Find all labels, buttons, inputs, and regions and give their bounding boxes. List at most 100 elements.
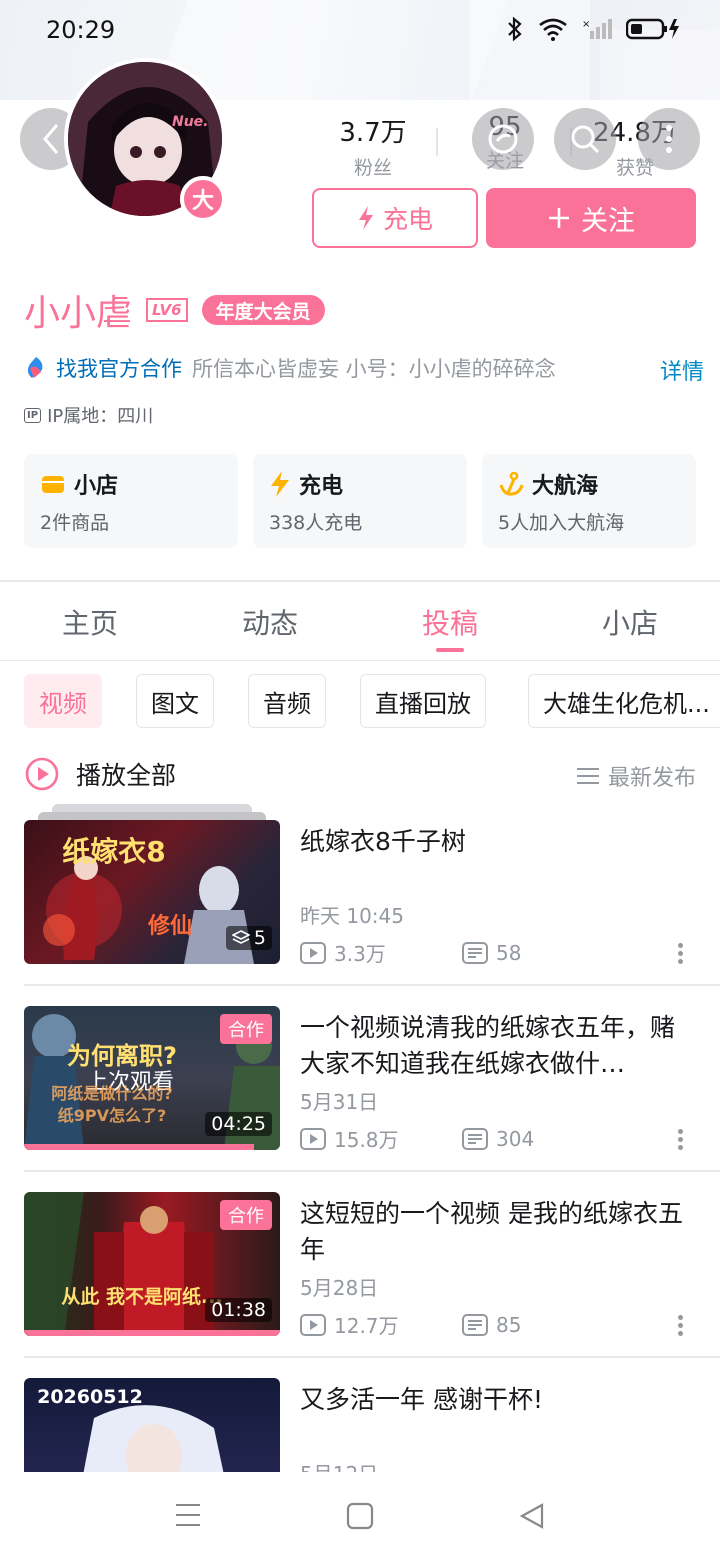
danmaku-icon: [462, 1313, 488, 1336]
video-title[interactable]: 纸嫁衣8千子树: [300, 824, 696, 860]
video-stats: 12.7万 85: [300, 1310, 521, 1339]
active-tab-indicator: [436, 648, 464, 652]
share-button[interactable]: [472, 108, 534, 170]
card-title: 充电: [299, 474, 344, 499]
video-title[interactable]: 这短短的一个视频 是我的纸嫁衣五年: [300, 1196, 696, 1268]
menu-icon[interactable]: [174, 1502, 202, 1528]
user-name: 小小虐: [24, 293, 133, 334]
search-icon: [571, 125, 600, 154]
avatar-badge: 大: [180, 176, 226, 222]
watch-progress-bar: [24, 1330, 280, 1336]
ip-location-text: IP属地：四川: [47, 406, 154, 427]
official-cooperation-link[interactable]: 找我官方合作: [56, 353, 182, 383]
official-cooperation-icon: [27, 357, 43, 378]
shop-icon: [42, 476, 64, 493]
video-stats: 15.8万 304: [300, 1124, 534, 1153]
video-thumbnail[interactable]: 合作 从此 我不是阿纸... 01:38: [24, 1192, 280, 1336]
card-charge[interactable]: 充电 338人充电: [253, 454, 467, 548]
charge-button[interactable]: 充电: [312, 188, 478, 248]
anchor-icon: [499, 471, 524, 496]
chevron-left-icon: [43, 124, 59, 154]
card-subtitle: 338人充电: [269, 512, 363, 534]
follow-button[interactable]: 关注: [486, 188, 696, 248]
video-more-button[interactable]: [678, 1312, 686, 1339]
danmaku-icon: [462, 941, 488, 964]
video-item[interactable]: 合作 从此 我不是阿纸... 01:38 这短短的一个视频 是我的纸嫁衣五年 5…: [24, 1192, 696, 1352]
user-signature: 所信本心皆虚妄 小号：小小虐的碎碎念: [192, 357, 556, 381]
card-title: 小店: [74, 474, 119, 499]
svg-text:×: ×: [582, 19, 590, 30]
share-icon: [488, 124, 518, 154]
chip-image-text[interactable]: 图文: [136, 674, 214, 728]
cooperation-tag: 合作: [220, 1200, 272, 1230]
detail-link[interactable]: 详情: [660, 354, 704, 386]
video-thumbnail[interactable]: 20260512: [24, 1378, 280, 1472]
item-divider: [24, 984, 720, 986]
play-count-icon: [300, 1313, 326, 1336]
user-name-row: 小小虐 LV6 年度大会员: [24, 284, 325, 336]
chip-video[interactable]: 视频: [24, 674, 102, 728]
stat-fans[interactable]: 3.7万 粉丝: [308, 112, 438, 180]
play-all-button[interactable]: 播放全部: [76, 756, 176, 792]
video-date: 5月31日: [300, 1090, 379, 1114]
video-item[interactable]: 纸嫁衣8 修仙 5 纸嫁衣8千子树 昨天 10:45 3.3万 58: [24, 804, 696, 980]
play-all-row: 播放全部 最新发布: [24, 752, 696, 796]
svg-text:Nue.: Nue.: [172, 114, 209, 130]
list-icon: [576, 768, 599, 784]
video-thumbnail[interactable]: 合作 为何离职? 上次观看 阿纸是做什么的? 纸9PV怎么了? 04:25: [24, 1006, 280, 1150]
bluetooth-icon: [508, 16, 522, 42]
tab-shop[interactable]: 小店: [540, 602, 720, 642]
chip-collection[interactable]: 大雄生化危机...: [528, 674, 720, 728]
vip-badge[interactable]: 年度大会员: [201, 295, 325, 325]
video-thumbnail[interactable]: 纸嫁衣8 修仙 5: [24, 820, 280, 964]
card-shop[interactable]: 小店 2件商品: [24, 454, 238, 548]
video-title[interactable]: 又多活一年 感谢干杯!: [300, 1382, 696, 1418]
profile-tabs: 主页 动态 投稿 小店: [0, 582, 720, 660]
video-title[interactable]: 一个视频说清我的纸嫁衣五年，赌大家不知道我在纸嫁衣做什…: [300, 1010, 696, 1082]
layers-icon: [231, 930, 250, 944]
play-circle-icon[interactable]: [24, 756, 60, 792]
thumbnail-caption: 阿纸是做什么的?: [51, 1084, 173, 1103]
search-button[interactable]: [554, 108, 616, 170]
video-duration: 01:38: [205, 1298, 272, 1322]
follow-button-label: 关注: [581, 205, 635, 237]
video-duration: 04:25: [205, 1112, 272, 1136]
view-count: 15.8万: [334, 1128, 399, 1152]
wifi-icon: [539, 18, 567, 41]
lightning-icon: [271, 471, 289, 497]
video-date: 昨天 10:45: [300, 904, 404, 928]
stat-label: 粉丝: [353, 157, 392, 179]
tab-dynamics[interactable]: 动态: [180, 602, 360, 642]
view-count: 12.7万: [334, 1314, 399, 1338]
chip-audio[interactable]: 音频: [248, 674, 326, 728]
charge-button-label: 充电: [382, 205, 433, 234]
status-time: 20:29: [46, 16, 116, 44]
more-button[interactable]: [638, 108, 700, 170]
thumbnail-title: 20260512: [37, 1386, 143, 1408]
play-count-icon: [300, 1127, 326, 1150]
view-count: 3.3万: [334, 942, 386, 966]
status-bar: 20:29 ×: [0, 0, 720, 64]
bio-row: 找我官方合作 所信本心皆虚妄 小号：小小虐的碎碎念 详情: [24, 350, 704, 386]
home-square-icon[interactable]: [346, 1502, 374, 1530]
chip-live-replay[interactable]: 直播回放: [360, 674, 486, 728]
sort-button[interactable]: 最新发布: [576, 760, 696, 792]
video-item[interactable]: 20260512 又多活一年 感谢干杯! 5月12日: [24, 1378, 696, 1472]
ip-icon: IP: [24, 407, 42, 423]
video-more-button[interactable]: [678, 1126, 686, 1153]
video-more-button[interactable]: [678, 940, 686, 967]
item-divider: [24, 1170, 720, 1172]
video-stats: 3.3万 58: [300, 938, 521, 967]
tab-submissions[interactable]: 投稿: [360, 602, 540, 642]
danmaku-icon: [462, 1127, 488, 1150]
danmaku-count: 58: [496, 940, 522, 965]
card-voyage[interactable]: 大航海 5人加入大航海: [482, 454, 696, 548]
back-triangle-icon[interactable]: [518, 1502, 546, 1530]
danmaku-count: 304: [496, 1126, 535, 1151]
tab-home[interactable]: 主页: [0, 602, 180, 642]
signal-icon: ×: [582, 19, 612, 39]
video-item[interactable]: 合作 为何离职? 上次观看 阿纸是做什么的? 纸9PV怎么了? 04:25 一个…: [24, 1006, 696, 1166]
card-subtitle: 2件商品: [40, 512, 110, 534]
watch-progress-bar: [24, 1144, 255, 1150]
more-vertical-icon: [666, 125, 672, 153]
